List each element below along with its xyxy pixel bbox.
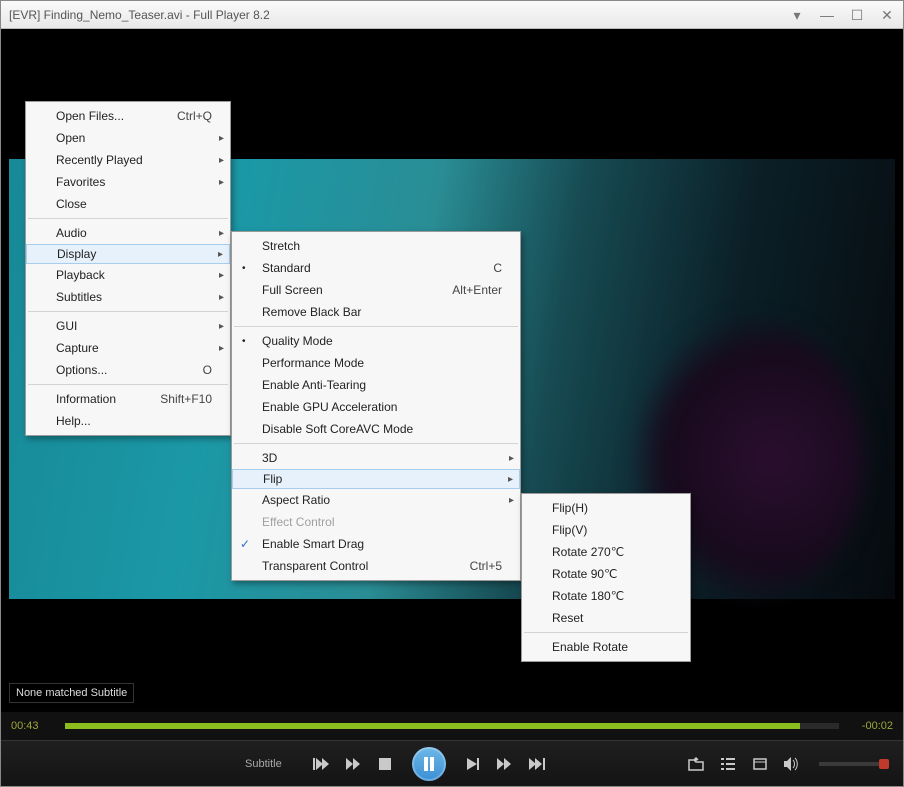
- menu-rotate-180[interactable]: Rotate 180℃: [522, 585, 690, 607]
- bullet-icon: •: [242, 336, 246, 347]
- menu-effect-control: Effect Control: [232, 511, 520, 533]
- menu-reset[interactable]: Reset: [522, 607, 690, 629]
- menu-fullscreen[interactable]: Full ScreenAlt+Enter: [232, 279, 520, 301]
- menu-standard[interactable]: •StandardC: [232, 257, 520, 279]
- menu-separator: [234, 326, 518, 327]
- menu-options[interactable]: Options...O: [26, 359, 230, 381]
- prev-track-icon[interactable]: [310, 758, 332, 770]
- window-title: [EVR] Finding_Nemo_Teaser.avi - Full Pla…: [9, 8, 789, 22]
- seek-row: 00:43 -00:02: [1, 712, 903, 740]
- menu-separator: [234, 443, 518, 444]
- app-window: [EVR] Finding_Nemo_Teaser.avi - Full Pla…: [0, 0, 904, 787]
- seek-bar[interactable]: [65, 723, 839, 729]
- rewind-icon[interactable]: [342, 758, 364, 770]
- bullet-icon: •: [242, 263, 246, 274]
- time-current: 00:43: [11, 720, 59, 732]
- menu-remove-black-bar[interactable]: Remove Black Bar: [232, 301, 520, 323]
- menu-performance-mode[interactable]: Performance Mode: [232, 352, 520, 374]
- volume-slider[interactable]: [819, 762, 889, 766]
- menu-recently-played[interactable]: Recently Played: [26, 149, 230, 171]
- menu-3d[interactable]: 3D: [232, 447, 520, 469]
- menu-rotate-270[interactable]: Rotate 270℃: [522, 541, 690, 563]
- menu-separator: [28, 311, 228, 312]
- volume-icon[interactable]: [781, 757, 803, 771]
- stop-icon[interactable]: [374, 758, 396, 770]
- menu-favorites[interactable]: Favorites: [26, 171, 230, 193]
- menu-close[interactable]: Close: [26, 193, 230, 215]
- menu-gpu-accel[interactable]: Enable GPU Acceleration: [232, 396, 520, 418]
- forward-icon[interactable]: [494, 758, 516, 770]
- playlist-icon[interactable]: [717, 758, 739, 770]
- menu-help[interactable]: Help...: [26, 410, 230, 432]
- menu-display[interactable]: Display: [26, 244, 230, 264]
- subtitle-label[interactable]: Subtitle: [245, 758, 282, 770]
- menu-flip[interactable]: Flip: [232, 469, 520, 489]
- seek-remaining: [800, 723, 839, 729]
- menu-flip-v[interactable]: Flip(V): [522, 519, 690, 541]
- menu-anti-tearing[interactable]: Enable Anti-Tearing: [232, 374, 520, 396]
- menu-separator: [28, 218, 228, 219]
- volume-knob[interactable]: [879, 759, 889, 769]
- pause-button[interactable]: [412, 747, 446, 781]
- window-extra-button[interactable]: ▾: [789, 8, 805, 22]
- titlebar[interactable]: [EVR] Finding_Nemo_Teaser.avi - Full Pla…: [1, 1, 903, 29]
- menu-aspect-ratio[interactable]: Aspect Ratio: [232, 489, 520, 511]
- menu-subtitles[interactable]: Subtitles: [26, 286, 230, 308]
- fullscreen-icon[interactable]: [749, 758, 771, 770]
- menu-transparent-control[interactable]: Transparent ControlCtrl+5: [232, 555, 520, 577]
- menu-open[interactable]: Open: [26, 127, 230, 149]
- menu-separator: [28, 384, 228, 385]
- window-controls: ▾ — ☐ ✕: [789, 8, 895, 22]
- menu-playback[interactable]: Playback: [26, 264, 230, 286]
- play-icon[interactable]: [462, 758, 484, 770]
- time-remaining: -00:02: [845, 720, 893, 732]
- menu-information[interactable]: InformationShift+F10: [26, 388, 230, 410]
- menu-disable-coreavc[interactable]: Disable Soft CoreAVC Mode: [232, 418, 520, 440]
- menu-smart-drag[interactable]: ✓Enable Smart Drag: [232, 533, 520, 555]
- menu-rotate-90[interactable]: Rotate 90℃: [522, 563, 690, 585]
- menu-quality-mode[interactable]: •Quality Mode: [232, 330, 520, 352]
- context-menu-main: Open Files...Ctrl+Q Open Recently Played…: [25, 101, 231, 436]
- subtitle-status: None matched Subtitle: [9, 683, 134, 703]
- seek-progress: [65, 723, 800, 729]
- maximize-button[interactable]: ☐: [849, 8, 865, 22]
- context-menu-flip: Flip(H) Flip(V) Rotate 270℃ Rotate 90℃ R…: [521, 493, 691, 662]
- context-menu-display: Stretch •StandardC Full ScreenAlt+Enter …: [231, 231, 521, 581]
- menu-capture[interactable]: Capture: [26, 337, 230, 359]
- control-bar: Subtitle: [1, 740, 903, 786]
- open-file-icon[interactable]: [685, 757, 707, 771]
- menu-open-files[interactable]: Open Files...Ctrl+Q: [26, 105, 230, 127]
- minimize-button[interactable]: —: [819, 8, 835, 22]
- menu-audio[interactable]: Audio: [26, 222, 230, 244]
- menu-separator: [524, 632, 688, 633]
- menu-gui[interactable]: GUI: [26, 315, 230, 337]
- check-icon: ✓: [240, 537, 250, 551]
- menu-flip-h[interactable]: Flip(H): [522, 497, 690, 519]
- menu-stretch[interactable]: Stretch: [232, 235, 520, 257]
- next-track-icon[interactable]: [526, 758, 548, 770]
- close-button[interactable]: ✕: [879, 8, 895, 22]
- menu-enable-rotate[interactable]: Enable Rotate: [522, 636, 690, 658]
